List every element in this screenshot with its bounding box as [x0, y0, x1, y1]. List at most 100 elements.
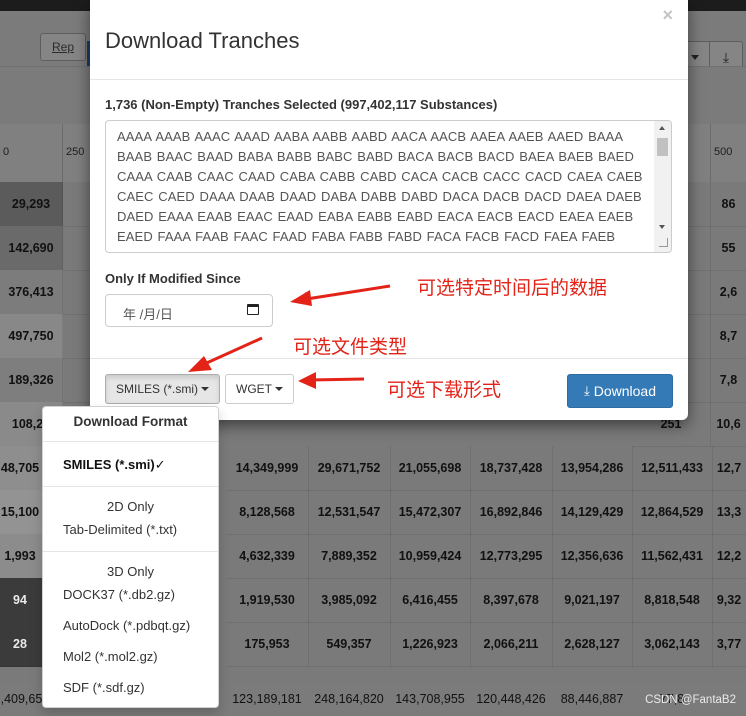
download-button-label: Download — [593, 383, 656, 399]
modal-title: Download Tranches — [105, 28, 300, 53]
grid-cell[interactable]: 12,7 — [712, 446, 746, 491]
total-cell: 1,409,65 — [0, 692, 43, 706]
grid-cell[interactable]: 8,818,548 — [632, 578, 713, 623]
modal-header: Download Tranches × — [90, 0, 688, 80]
column-header: 0 — [0, 124, 63, 182]
grid-cell[interactable]: 29,293 — [0, 182, 63, 227]
format-option-smiles[interactable]: SMILES (*.smi)✓ — [43, 457, 218, 473]
grid-cell[interactable]: 10,959,424 — [390, 534, 471, 579]
grid-cell[interactable]: 1,993 — [0, 534, 47, 579]
annotation-date: 可选特定时间后的数据 — [417, 278, 608, 299]
calendar-icon[interactable] — [247, 304, 259, 315]
format-option-sdf[interactable]: SDF (*.sdf.gz) — [43, 680, 218, 695]
total-cell: 123,189,181 — [232, 692, 302, 706]
grid-cell[interactable]: 21,055,698 — [390, 446, 471, 491]
grid-cell[interactable]: 13,3 — [712, 490, 746, 535]
grid-cell[interactable]: 8,397,678 — [470, 578, 553, 623]
grid-cell[interactable]: 12,864,529 — [632, 490, 713, 535]
grid-cell[interactable]: 12,531,547 — [308, 490, 391, 535]
modified-since-date-input[interactable]: 年 /月/日 — [105, 294, 273, 327]
grid-cell[interactable]: 11,562,431 — [632, 534, 713, 579]
total-cell: 143,708,955 — [395, 692, 465, 706]
dropdown-divider — [43, 441, 218, 442]
grid-cell[interactable]: 6,416,455 — [390, 578, 471, 623]
group-label-2d: 2D Only — [107, 499, 154, 514]
download-button[interactable]: ⤓ Download — [567, 374, 673, 408]
annotation-download-method: 可选下载形式 — [387, 380, 502, 401]
grid-cell[interactable]: 175,953 — [226, 622, 309, 667]
format-button-label: SMILES (*.smi) — [115, 382, 198, 396]
grid-cell[interactable]: 10,6 — [711, 402, 746, 447]
grid-cell[interactable]: 376,413 — [0, 270, 63, 315]
dropdown-header: Download Format — [73, 414, 188, 429]
grid-cell[interactable]: 48,705 — [0, 446, 47, 491]
selection-summary: 1,736 (Non-Empty) Tranches Selected (997… — [105, 97, 498, 112]
grid-cell[interactable]: 9,32 — [712, 578, 746, 623]
grid-cell[interactable]: 2,6 — [711, 270, 746, 315]
grid-cell[interactable]: 18,737,428 — [470, 446, 553, 491]
group-label-3d: 3D Only — [107, 564, 154, 579]
grid-cell[interactable]: 13,954,286 — [552, 446, 633, 491]
caret-down-icon — [275, 387, 283, 391]
grid-cell[interactable]: 3,985,092 — [308, 578, 391, 623]
format-dropdown-menu: Download Format SMILES (*.smi)✓ 2D Only … — [42, 406, 219, 708]
grid-cell[interactable]: 7,889,352 — [308, 534, 391, 579]
format-option-pdbqt[interactable]: AutoDock (*.pdbqt.gz) — [43, 618, 218, 633]
grid-cell[interactable]: 8,7 — [711, 314, 746, 359]
grid-cell[interactable]: 142,690 — [0, 226, 63, 271]
grid-cell[interactable]: 15,472,307 — [390, 490, 471, 535]
grid-cell[interactable]: 14,349,999 — [226, 446, 309, 491]
textarea-scrollbar[interactable] — [654, 121, 671, 252]
grid-cell[interactable]: 3,062,143 — [632, 622, 713, 667]
grid-cell[interactable]: 189,326 — [0, 358, 63, 403]
dropdown-divider — [43, 551, 218, 552]
total-cell: 248,164,820 — [314, 692, 384, 706]
date-placeholder: 年 /月/日 — [123, 307, 173, 322]
grid-cell[interactable]: 15,100 — [0, 490, 47, 535]
grid-cell[interactable]: 12,773,295 — [470, 534, 553, 579]
grid-cell[interactable]: 12,2 — [712, 534, 746, 579]
grid-cell[interactable]: 4,632,339 — [226, 534, 309, 579]
grid-cell[interactable]: 2,066,211 — [470, 622, 553, 667]
grid-cell[interactable]: 14,129,429 — [552, 490, 633, 535]
method-button-label: WGET — [236, 382, 272, 396]
watermark: CSDN @FantaB2 — [645, 694, 736, 706]
grid-cell[interactable]: 94 — [0, 578, 47, 623]
method-dropdown-button[interactable]: WGET — [225, 374, 294, 404]
grid-cell[interactable]: 1,226,923 — [390, 622, 471, 667]
grid-cell[interactable]: 86 — [711, 182, 746, 227]
format-option-db2[interactable]: DOCK37 (*.db2.gz) — [43, 587, 218, 602]
grid-cell[interactable]: 2,628,127 — [552, 622, 633, 667]
modified-since-label: Only If Modified Since — [105, 271, 241, 286]
close-icon[interactable]: × — [662, 5, 673, 26]
grid-cell[interactable]: 3,77 — [712, 622, 746, 667]
annotation-file-type: 可选文件类型 — [293, 337, 408, 358]
grid-cell[interactable]: 12,511,433 — [632, 446, 713, 491]
grid-cell[interactable]: 29,671,752 — [308, 446, 391, 491]
format-option-mol2[interactable]: Mol2 (*.mol2.gz) — [43, 649, 218, 664]
total-cell: 88,446,887 — [560, 692, 624, 706]
dropdown-divider — [43, 486, 218, 487]
grid-cell[interactable]: 497,750 — [0, 314, 63, 359]
scroll-up-icon[interactable] — [659, 126, 665, 130]
resize-grip-icon[interactable] — [659, 238, 668, 247]
tranche-list-textarea[interactable]: AAAA AAAB AAAC AAAD AABA AABB AABD AACA … — [105, 120, 672, 253]
format-option-txt[interactable]: Tab-Delimited (*.txt) — [43, 522, 218, 537]
scroll-down-icon[interactable] — [659, 225, 665, 229]
grid-cell[interactable]: 1,919,530 — [226, 578, 309, 623]
grid-cell[interactable]: 12,356,636 — [552, 534, 633, 579]
format-dropdown-button[interactable]: SMILES (*.smi) — [105, 374, 220, 404]
grid-cell[interactable]: 28 — [0, 622, 47, 667]
total-cell: 120,448,426 — [476, 692, 546, 706]
grid-cell[interactable]: 549,357 — [308, 622, 391, 667]
rep-button[interactable]: Rep — [40, 33, 86, 61]
grid-cell[interactable]: 9,021,197 — [552, 578, 633, 623]
grid-cell[interactable]: 8,128,568 — [226, 490, 309, 535]
scroll-thumb[interactable] — [657, 138, 668, 156]
column-header: 500 — [711, 124, 746, 182]
grid-cell[interactable]: 7,8 — [711, 358, 746, 403]
grid-cell[interactable]: 16,892,846 — [470, 490, 553, 535]
download-icon: ⤓ — [583, 383, 590, 398]
tranche-list-text: AAAA AAAB AAAC AAAD AABA AABB AABD AACA … — [117, 129, 643, 252]
grid-cell[interactable]: 55 — [711, 226, 746, 271]
